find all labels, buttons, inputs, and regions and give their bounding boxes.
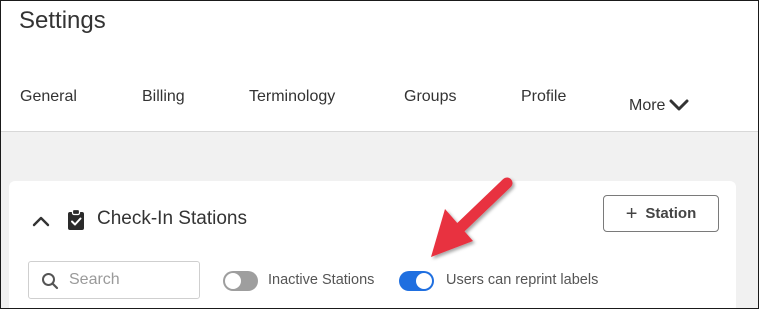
chevron-down-icon (669, 99, 689, 111)
settings-header: Settings General Billing Terminology Gro… (1, 1, 758, 132)
tab-profile[interactable]: Profile (521, 88, 566, 106)
toggle-knob (416, 273, 432, 289)
tab-billing[interactable]: Billing (142, 88, 185, 106)
settings-window: Settings General Billing Terminology Gro… (0, 0, 759, 309)
add-station-button[interactable]: + Station (603, 195, 719, 232)
search-icon (42, 273, 59, 290)
reprint-labels-toggle[interactable] (399, 271, 434, 291)
tab-more-label: More (629, 97, 666, 114)
clipboard-check-icon (68, 209, 84, 230)
reprint-labels-label: Users can reprint labels (446, 272, 599, 288)
chevron-up-icon[interactable] (31, 211, 51, 231)
section-title: Check-In Stations (97, 208, 247, 229)
tab-terminology[interactable]: Terminology (249, 88, 335, 106)
inactive-stations-label: Inactive Stations (268, 272, 375, 288)
toggle-knob (225, 273, 241, 289)
search-input[interactable] (69, 268, 193, 292)
inactive-stations-toggle[interactable] (223, 271, 258, 291)
page-title: Settings (19, 7, 106, 34)
search-field[interactable] (28, 261, 200, 299)
plus-icon: + (625, 202, 638, 225)
add-station-label: Station (645, 205, 697, 222)
tab-more[interactable]: More (629, 97, 689, 115)
tab-general[interactable]: General (20, 88, 77, 106)
tab-groups[interactable]: Groups (404, 88, 456, 106)
